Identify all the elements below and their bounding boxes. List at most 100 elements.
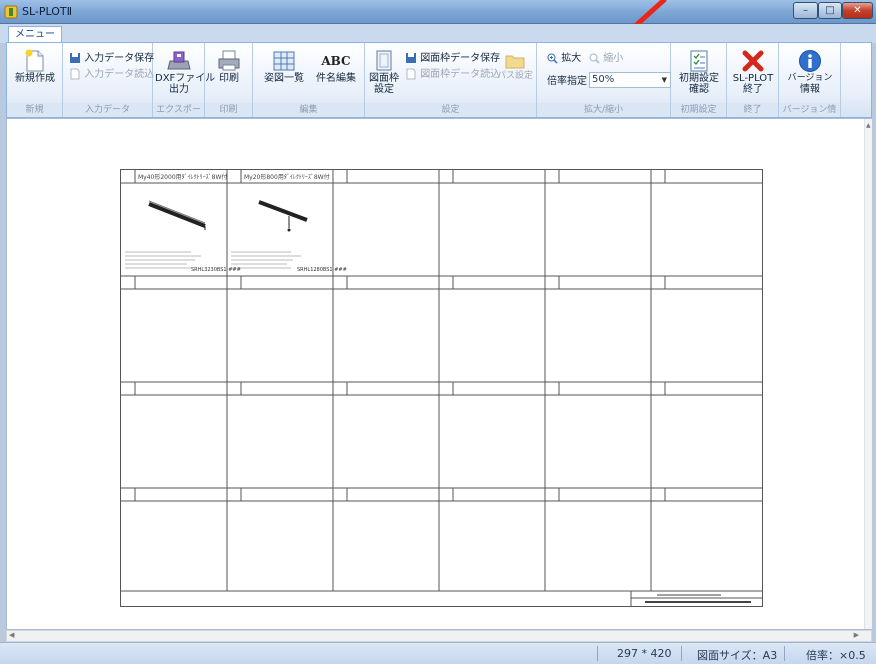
init-confirm-label-1: 初期設定 [679, 73, 719, 84]
title-bar: SL-PLOTⅡ – □ ✕ [0, 0, 876, 24]
vertical-scrollbar[interactable]: ▲ [864, 119, 872, 629]
frame-save-label: 図面枠データ保存 [420, 53, 501, 64]
save-icon [406, 53, 416, 63]
dxf-export-button[interactable]: DXFファイル 出力 [155, 49, 216, 95]
list-view-button[interactable]: 姿図一覧 [259, 49, 309, 84]
scroll-right-icon[interactable]: ▶ [854, 631, 859, 639]
group-zoom-label: 拡大/縮小 [537, 103, 670, 117]
group-settings: 図面枠 設定 図面枠データ保存 図面枠データ読込 パス設定 設定 [365, 43, 537, 117]
status-scale: 倍率：×0.5 [806, 649, 866, 662]
checklist-icon [690, 50, 708, 72]
group-print: 印刷 印刷 [205, 43, 253, 117]
input-save-label: 入力データ保存 [84, 53, 155, 64]
cell-1-code: SRHL3230BS1 ### [191, 267, 241, 273]
init-confirm-button[interactable]: 初期設定 確認 [673, 49, 725, 95]
status-divider [784, 646, 785, 661]
input-save-button[interactable]: 入力データ保存 [69, 49, 154, 64]
group-input-data-label: 入力データ [63, 103, 152, 117]
group-init-label: 初期設定 [671, 103, 726, 117]
zoom-in-button[interactable]: 拡大 [547, 49, 581, 64]
frame-setting-label-1: 図面枠 [369, 73, 399, 84]
info-icon [799, 50, 821, 72]
frame-setting-label-2: 設定 [374, 84, 394, 95]
exit-label-2: 終了 [743, 84, 763, 95]
status-divider [681, 646, 682, 661]
app-icon [4, 5, 18, 19]
exit-label-1: SL-PLOT [732, 73, 774, 84]
exit-button[interactable]: SL-PLOT 終了 [729, 49, 777, 95]
cell-2-title: My20形800用ﾀﾞｲﾚｸﾄﾘｰｽﾞ8W付 [244, 174, 330, 181]
status-paper-size: 図面サイズ：A3 [697, 649, 778, 662]
minimize-button[interactable]: – [793, 2, 818, 19]
input-load-button[interactable]: 入力データ読込 [69, 65, 154, 80]
group-export: DXFファイル 出力 エクスポート [153, 43, 216, 129]
name-edit-label: 件名編集 [316, 73, 356, 84]
print-button[interactable]: 印刷 [209, 49, 249, 84]
path-setting-button[interactable]: パス設定 [495, 51, 535, 82]
cell-2-code: SRHL1280BS1 ### [297, 267, 347, 273]
fixture-drawing-1 [125, 200, 206, 269]
version-label-2: 情報 [800, 84, 820, 95]
group-settings-label: 設定 [365, 103, 536, 117]
load-icon [406, 68, 416, 80]
group-edit-label: 編集 [253, 103, 364, 117]
version-label-1: バージョン [787, 73, 833, 83]
drawing-canvas[interactable]: My40形2000用ﾀﾞｲﾚｸﾄﾘｰｽﾞ8W付 My20形800用ﾀﾞｲﾚｸﾄﾘ… [6, 118, 872, 630]
fixture-drawing-2 [231, 200, 308, 269]
scroll-left-icon[interactable]: ◀ [9, 631, 14, 639]
print-label: 印刷 [219, 73, 239, 84]
scale-select-value: 50% [592, 74, 615, 85]
frame-icon [376, 50, 392, 71]
group-version-label: バージョン情報 [779, 103, 840, 129]
status-bar: 297 * 420 図面サイズ：A3 倍率：×0.5 [0, 642, 876, 664]
new-button-label: 新規作成 [15, 73, 55, 84]
scroll-up-icon[interactable]: ▲ [866, 122, 871, 129]
window-title: SL-PLOTⅡ [22, 5, 73, 18]
group-exit: SL-PLOT 終了 終了 [727, 43, 779, 117]
ribbon: 新規作成 新規 入力データ保存 入力データ読込 入力データ DXFファイル 出力… [6, 42, 872, 129]
zoom-out-icon [589, 53, 600, 64]
group-version: バージョン 情報 バージョン情報 [779, 43, 841, 129]
load-icon [70, 68, 80, 80]
init-confirm-label-2: 確認 [689, 84, 709, 95]
new-document-icon [25, 49, 44, 72]
drawing-sheet: My40形2000用ﾀﾞｲﾚｸﾄﾘｰｽﾞ8W付 My20形800用ﾀﾞｲﾚｸﾄﾘ… [120, 169, 763, 607]
status-divider [597, 646, 598, 661]
printer-icon [218, 50, 240, 71]
group-print-label: 印刷 [205, 103, 252, 117]
scale-label: 倍率指定 [547, 76, 587, 87]
new-button[interactable]: 新規作成 [11, 49, 59, 84]
frame-save-button[interactable]: 図面枠データ保存 [405, 49, 500, 64]
group-new: 新規作成 新規 [7, 43, 63, 117]
path-setting-label: パス設定 [496, 71, 533, 81]
sheet-grid [121, 170, 762, 606]
input-load-label: 入力データ読込 [84, 69, 155, 80]
status-paper-dims: 297 * 420 [617, 647, 672, 660]
group-export-label: エクスポート [153, 103, 204, 129]
list-view-label: 姿図一覧 [264, 73, 304, 84]
zoom-out-label: 縮小 [603, 53, 624, 64]
dxf-export-label-2: 出力 [169, 84, 189, 95]
dxf-export-icon [167, 51, 191, 70]
ribbon-tab-row: メニュー [0, 24, 876, 44]
cell-1-title: My40形2000用ﾀﾞｲﾚｸﾄﾘｰｽﾞ8W付 [138, 174, 228, 181]
group-init: 初期設定 確認 初期設定 [671, 43, 727, 117]
group-input-data: 入力データ保存 入力データ読込 入力データ [63, 43, 154, 117]
frame-load-button[interactable]: 図面枠データ読込 [405, 65, 500, 80]
group-new-label: 新規 [7, 103, 62, 117]
folder-icon [505, 55, 525, 69]
horizontal-scrollbar[interactable]: ◀ ▶ [6, 630, 872, 642]
frame-load-label: 図面枠データ読込 [420, 69, 501, 80]
maximize-button[interactable]: □ [818, 2, 842, 19]
name-edit-button[interactable]: ABC 件名編集 [311, 49, 361, 84]
scale-select[interactable]: 50% ▼ [589, 72, 671, 88]
dxf-export-label-1: DXFファイル [155, 73, 216, 84]
frame-setting-button[interactable]: 図面枠 設定 [367, 49, 401, 95]
group-edit: 姿図一覧 ABC 件名編集 編集 [253, 43, 365, 117]
exit-x-icon [742, 50, 764, 72]
group-exit-label: 終了 [727, 103, 778, 117]
zoom-out-button[interactable]: 縮小 [589, 49, 623, 64]
close-button[interactable]: ✕ [842, 2, 873, 19]
version-button[interactable]: バージョン 情報 [783, 49, 837, 95]
zoom-in-label: 拡大 [561, 53, 582, 64]
